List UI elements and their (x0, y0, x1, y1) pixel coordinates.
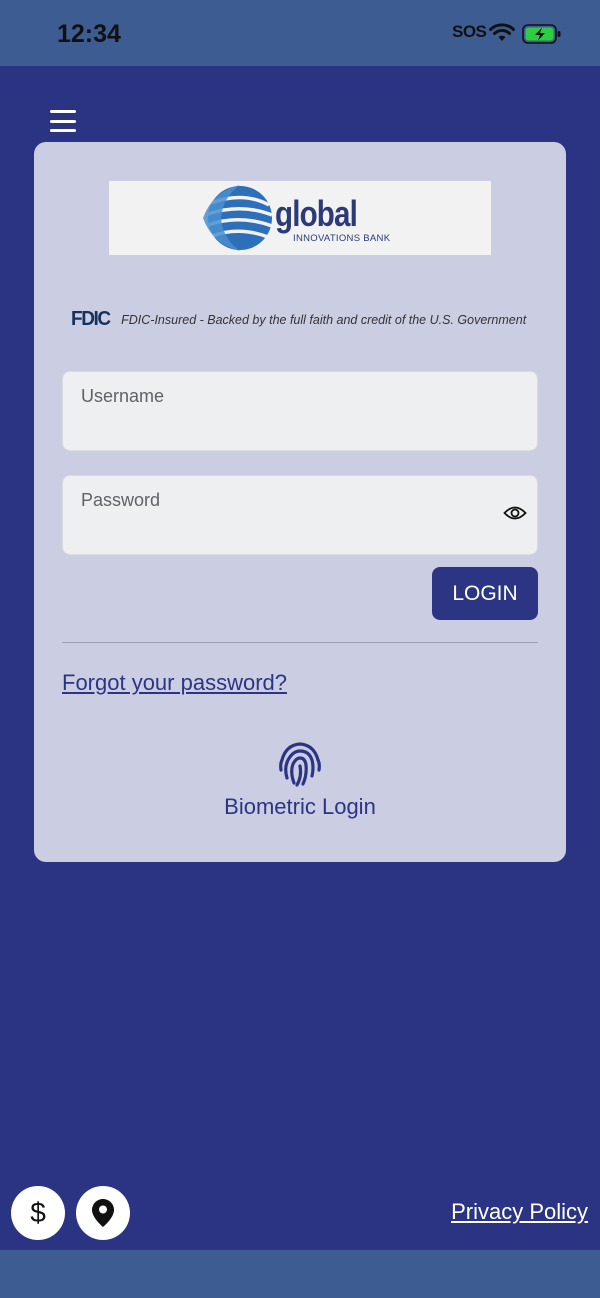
bottom-bar (0, 1250, 600, 1298)
login-card: global INNOVATIONS BANK FDIC FDIC-Insure… (34, 142, 566, 862)
username-placeholder: Username (81, 386, 165, 406)
brand-name: global (275, 193, 358, 234)
fdic-text: FDIC-Insured - Backed by the full faith … (121, 312, 527, 327)
fdic-notice: FDIC FDIC-Insured - Backed by the full f… (70, 308, 526, 331)
wifi-icon (489, 23, 515, 41)
password-field[interactable]: Password (62, 475, 538, 555)
globe-logo-icon (203, 185, 273, 251)
battery-icon (522, 24, 561, 44)
forgot-password-link[interactable]: Forgot your password? (62, 670, 287, 696)
biometric-login-button[interactable]: Biometric Login (200, 740, 400, 825)
fingerprint-icon (279, 742, 321, 787)
brand-subtitle: INNOVATIONS BANK (293, 233, 391, 244)
biometric-label: Biometric Login (224, 794, 376, 819)
status-bar: 12:34 SOS (0, 0, 600, 66)
privacy-policy-link[interactable]: Privacy Policy (451, 1199, 588, 1225)
fdic-logo: FDIC (71, 308, 111, 330)
location-button[interactable] (76, 1186, 130, 1240)
dollar-icon: $ (30, 1197, 46, 1228)
bank-logo: global INNOVATIONS BANK (109, 181, 491, 255)
username-field[interactable]: Username (62, 371, 538, 451)
status-sos: SOS (452, 22, 487, 41)
status-time: 12:34 (57, 20, 121, 48)
menu-icon[interactable] (50, 110, 76, 132)
eye-icon[interactable] (503, 504, 527, 522)
location-pin-icon (92, 1199, 114, 1227)
password-placeholder: Password (81, 490, 161, 510)
login-button[interactable]: LOGIN (432, 567, 538, 620)
dollar-button[interactable]: $ (11, 1186, 65, 1240)
divider (62, 642, 538, 643)
